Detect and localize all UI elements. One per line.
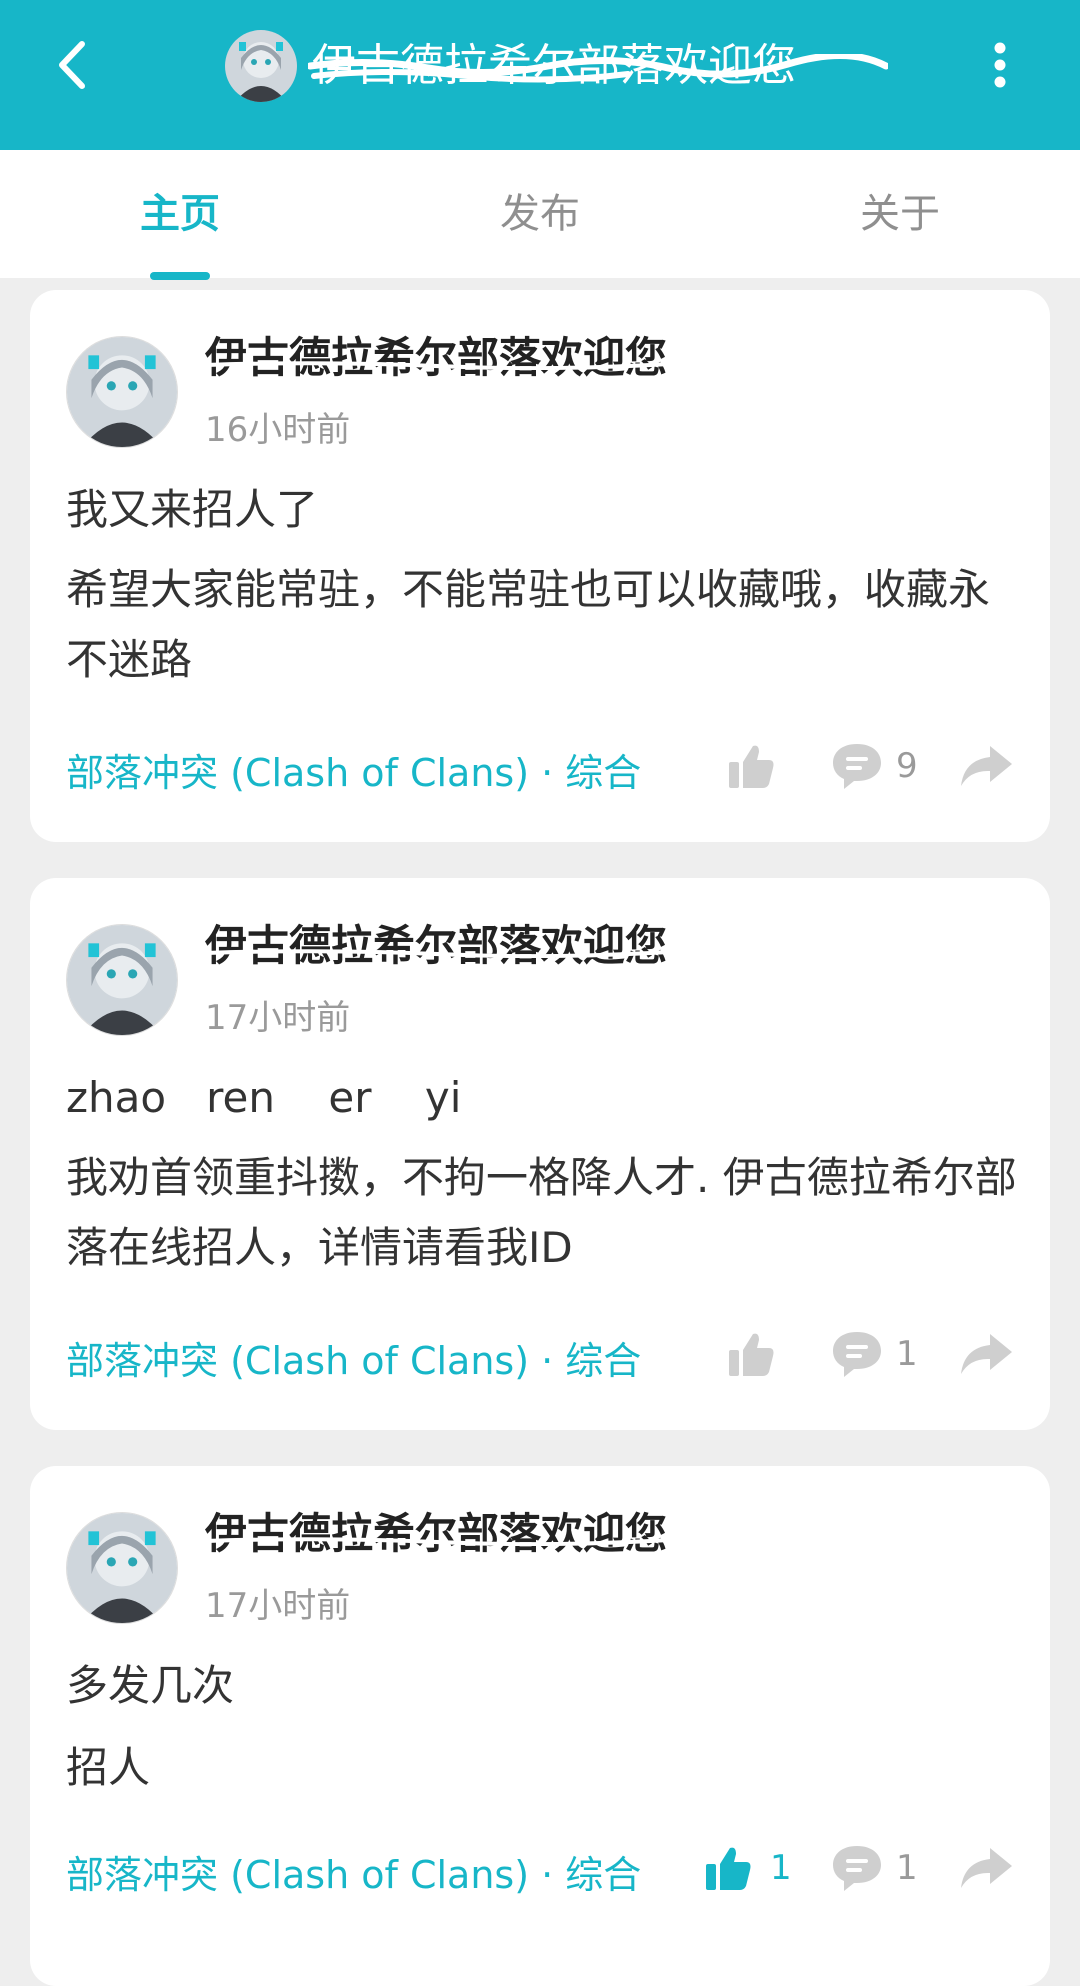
avatar[interactable] xyxy=(66,924,178,1036)
comment-button[interactable] xyxy=(830,1842,884,1898)
share-icon xyxy=(961,1848,1012,1888)
page-title: 伊古德拉希尔部落欢迎您 xyxy=(308,34,888,98)
post-card[interactable]: 伊古德拉希尔部落欢迎您 17小时前 多发几次 招人 部落冲突 (Clash of… xyxy=(30,1466,1050,1986)
like-button[interactable] xyxy=(725,740,777,796)
post-title: 我又来招人了 xyxy=(66,485,319,534)
chevron-left-icon xyxy=(59,41,85,89)
strike-mark xyxy=(205,1537,668,1546)
post-time: 17小时前 xyxy=(205,998,351,1038)
comment-button[interactable] xyxy=(830,740,884,796)
thumbs-up-icon xyxy=(706,1847,751,1890)
author-name[interactable]: 伊古德拉希尔部落欢迎您 xyxy=(205,1506,668,1562)
app-bar: 伊古德拉希尔部落欢迎您 xyxy=(0,0,1080,150)
comment-icon xyxy=(833,744,881,789)
tab-home[interactable]: 主页 xyxy=(60,150,300,278)
share-button[interactable] xyxy=(958,1328,1014,1384)
strike-mark xyxy=(205,949,668,958)
post-category[interactable]: 部落冲突 (Clash of Clans) · 综合 xyxy=(66,1330,641,1385)
comment-count: 1 xyxy=(896,1848,918,1888)
post-body: 招人 xyxy=(66,1743,151,1792)
tab-posts[interactable]: 发布 xyxy=(420,150,660,278)
share-button[interactable] xyxy=(958,740,1014,796)
comment-count: 9 xyxy=(896,746,918,786)
like-button[interactable] xyxy=(702,1842,754,1898)
more-vertical-icon xyxy=(994,42,1006,88)
scribble-mark xyxy=(308,54,888,83)
tab-bar: 主页 发布 关于 xyxy=(0,150,1080,278)
thumbs-up-icon xyxy=(729,745,774,788)
author-name[interactable]: 伊古德拉希尔部落欢迎您 xyxy=(205,330,668,386)
post-body: 我劝首领重抖擞，不拘一格降人才. 伊古德拉希尔部落在线招人，详情请看我ID xyxy=(66,1153,1017,1272)
comment-icon xyxy=(833,1846,881,1891)
post-card[interactable]: 伊古德拉希尔部落欢迎您 16小时前 我又来招人了 希望大家能常驻，不能常驻也可以… xyxy=(30,290,1050,842)
back-button[interactable] xyxy=(40,30,110,100)
like-button[interactable] xyxy=(725,1328,777,1384)
share-button[interactable] xyxy=(958,1842,1014,1898)
comment-icon xyxy=(833,1332,881,1377)
post-title: 多发几次 xyxy=(66,1661,235,1710)
post-time: 17小时前 xyxy=(205,1586,351,1626)
author-name[interactable]: 伊古德拉希尔部落欢迎您 xyxy=(205,918,668,974)
active-tab-indicator xyxy=(150,272,210,280)
post-category[interactable]: 部落冲突 (Clash of Clans) · 综合 xyxy=(66,742,641,797)
post-body: 希望大家能常驻，不能常驻也可以收藏哦，收藏永不迷路 xyxy=(66,565,991,684)
avatar[interactable] xyxy=(66,1512,178,1624)
share-icon xyxy=(961,1334,1012,1374)
post-category[interactable]: 部落冲突 (Clash of Clans) · 综合 xyxy=(66,1844,641,1899)
thumbs-up-icon xyxy=(729,1333,774,1376)
like-count: 1 xyxy=(770,1848,792,1888)
tab-about[interactable]: 关于 xyxy=(780,150,1020,278)
post-title: zhao ren er yi xyxy=(66,1073,462,1122)
strike-mark xyxy=(205,361,668,370)
avatar[interactable] xyxy=(66,336,178,448)
clan-avatar[interactable] xyxy=(225,30,297,102)
post-card[interactable]: 伊古德拉希尔部落欢迎您 17小时前 zhao ren er yi 我劝首领重抖擞… xyxy=(30,878,1050,1430)
post-time: 16小时前 xyxy=(205,410,351,450)
comment-count: 1 xyxy=(896,1334,918,1374)
share-icon xyxy=(961,746,1012,786)
more-options-button[interactable] xyxy=(975,30,1025,100)
comment-button[interactable] xyxy=(830,1328,884,1384)
